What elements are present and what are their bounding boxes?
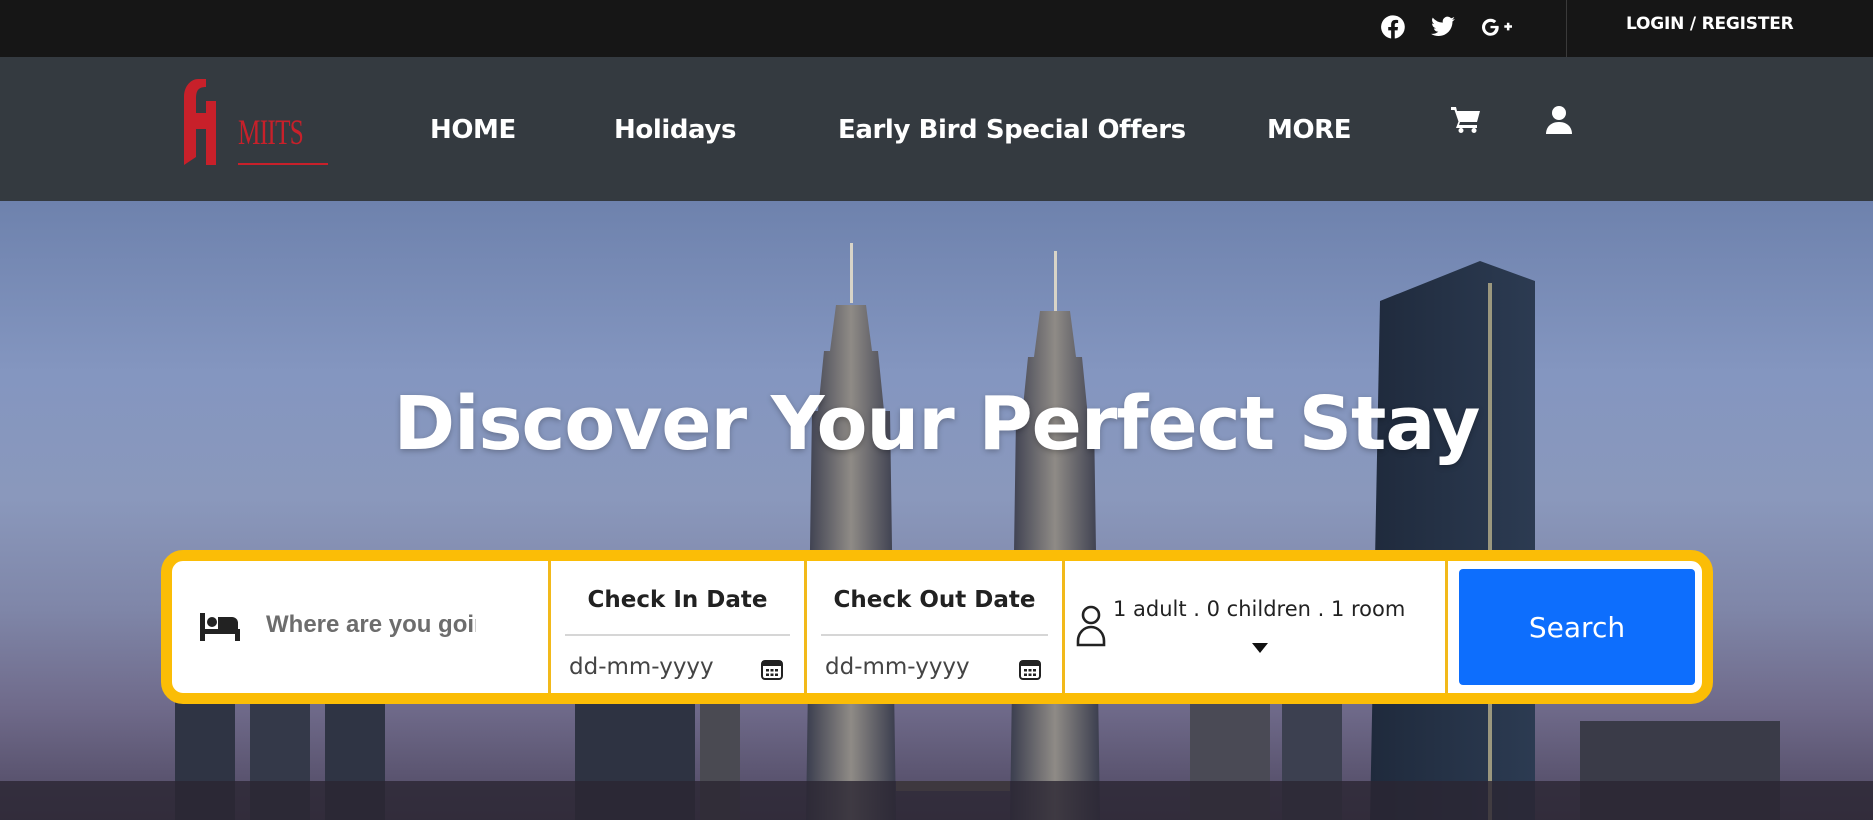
destination-input[interactable] xyxy=(266,607,476,643)
nav-early-bird-offers[interactable]: Early Bird Special Offers xyxy=(838,115,1186,145)
caret-down-icon[interactable] xyxy=(1251,641,1269,659)
twitter-icon[interactable] xyxy=(1428,12,1458,42)
site-logo[interactable]: MIITS xyxy=(176,77,336,177)
bed-icon xyxy=(200,613,240,646)
check-out-field[interactable]: Check Out Date dd-mm-yyyy xyxy=(807,561,1065,693)
calendar-icon[interactable] xyxy=(760,657,784,686)
destination-field[interactable] xyxy=(172,561,551,693)
check-out-input[interactable]: dd-mm-yyyy xyxy=(825,654,970,680)
check-in-label: Check In Date xyxy=(587,587,768,613)
guests-summary: 1 adult . 0 children . 1 room xyxy=(1113,597,1406,621)
guests-rooms-selector[interactable]: 1 adult . 0 children . 1 room xyxy=(1065,561,1448,693)
search-button[interactable]: Search xyxy=(1459,569,1695,685)
hero-title: Discover Your Perfect Stay xyxy=(393,381,1481,467)
city-skyline-image xyxy=(0,243,1873,820)
cart-icon[interactable] xyxy=(1450,105,1482,138)
nav-more[interactable]: MORE xyxy=(1267,115,1352,145)
check-out-label: Check Out Date xyxy=(833,587,1036,613)
login-register-link[interactable]: LOGIN / REGISTER xyxy=(1626,14,1794,34)
check-in-divider xyxy=(565,634,790,636)
calendar-icon[interactable] xyxy=(1018,657,1042,686)
main-navbar: MIITS HOME Holidays Early Bird Special O… xyxy=(0,57,1873,201)
google-plus-icon[interactable] xyxy=(1479,12,1515,42)
check-in-input[interactable]: dd-mm-yyyy xyxy=(569,654,714,680)
top-bar: LOGIN / REGISTER xyxy=(0,0,1873,57)
user-icon[interactable] xyxy=(1545,105,1573,140)
topbar-divider xyxy=(1566,0,1567,57)
nav-home[interactable]: HOME xyxy=(430,115,516,145)
facebook-icon[interactable] xyxy=(1378,12,1408,42)
logo-text: MIITS xyxy=(238,112,304,152)
search-form: Check In Date dd-mm-yyyy Check Out Date … xyxy=(161,550,1713,704)
person-icon xyxy=(1075,603,1107,652)
check-in-field[interactable]: Check In Date dd-mm-yyyy xyxy=(551,561,807,693)
check-out-divider xyxy=(821,634,1048,636)
hero-banner: Discover Your Perfect Stay xyxy=(0,201,1873,820)
nav-holidays[interactable]: Holidays xyxy=(614,115,736,145)
